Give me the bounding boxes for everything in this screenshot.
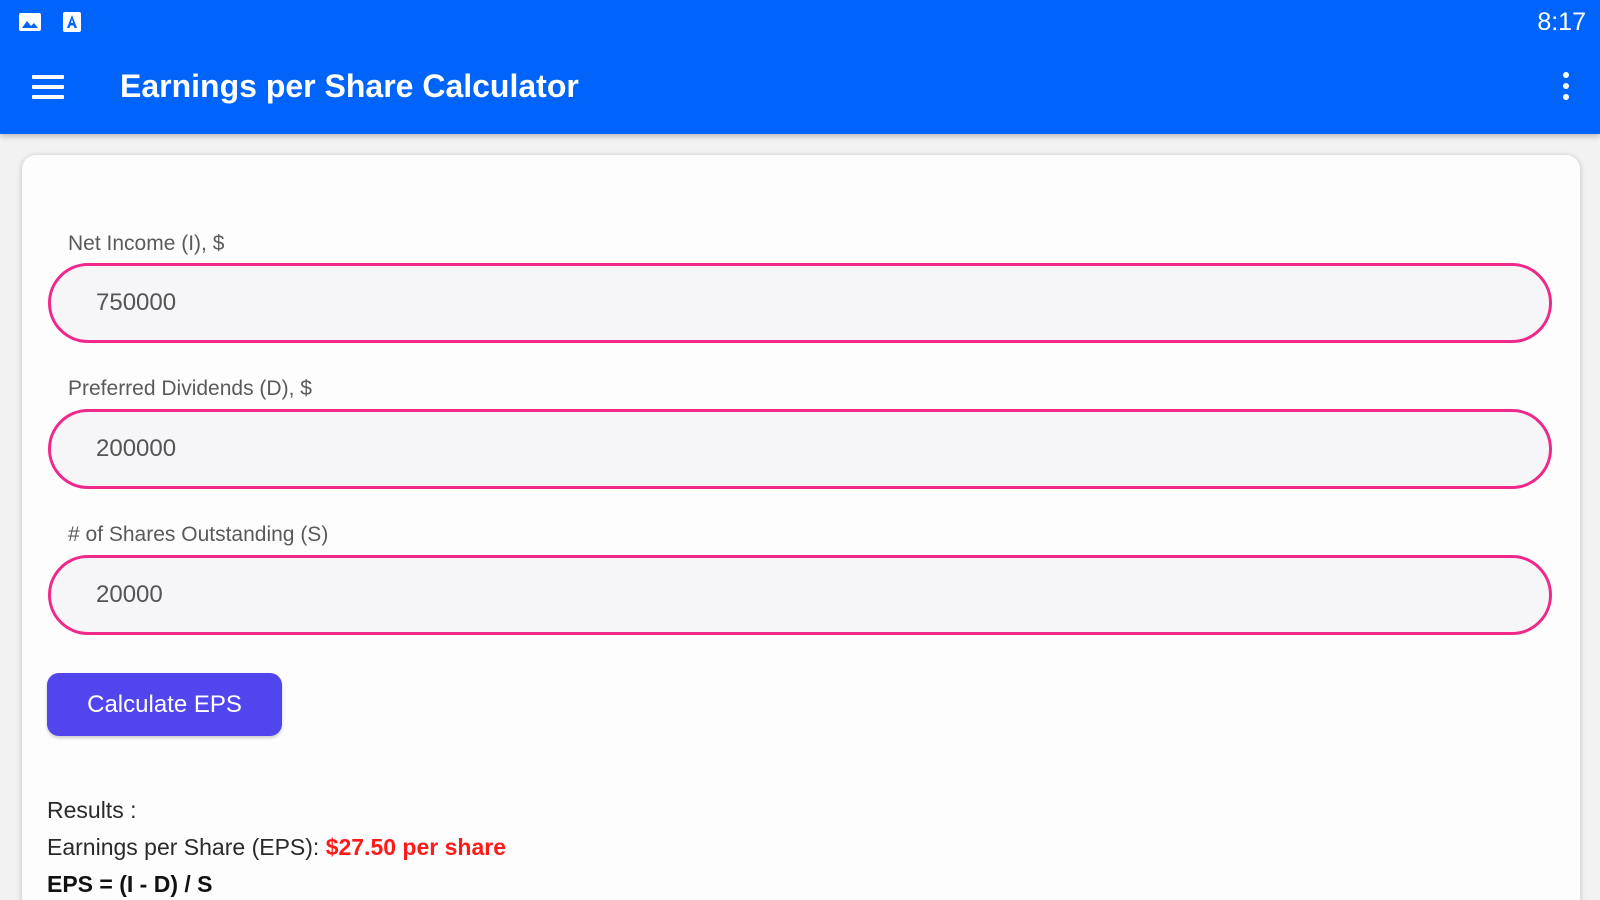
results-heading: Results : — [47, 797, 137, 823]
eps-result-value: $27.50 per share — [325, 834, 506, 860]
page-title: Earnings per Share Calculator — [120, 68, 579, 104]
eps-result-line: Earnings per Share (EPS): $27.50 per sha… — [47, 834, 506, 861]
shares-outstanding-label: # of Shares Outstanding (S) — [68, 523, 329, 546]
status-bar-time: 8:17 — [1537, 8, 1586, 36]
preferred-dividends-field[interactable] — [48, 409, 1552, 489]
preferred-dividends-label: Preferred Dividends (D), $ — [68, 377, 312, 400]
net-income-field[interactable] — [48, 263, 1552, 343]
app-bar: 8:17 Earnings per Share Calculator — [0, 0, 1600, 134]
font-icon — [63, 12, 81, 32]
shares-outstanding-field[interactable] — [48, 555, 1552, 635]
eps-result-label: Earnings per Share (EPS): — [47, 834, 326, 860]
more-vert-icon[interactable] — [1554, 70, 1578, 104]
eps-formula: EPS = (I - D) / S — [47, 871, 213, 897]
status-bar-icons — [18, 10, 84, 34]
calculate-eps-button[interactable]: Calculate EPS — [47, 673, 282, 736]
image-icon — [19, 13, 41, 31]
net-income-label: Net Income (I), $ — [68, 232, 225, 255]
hamburger-menu-icon[interactable] — [28, 70, 68, 104]
